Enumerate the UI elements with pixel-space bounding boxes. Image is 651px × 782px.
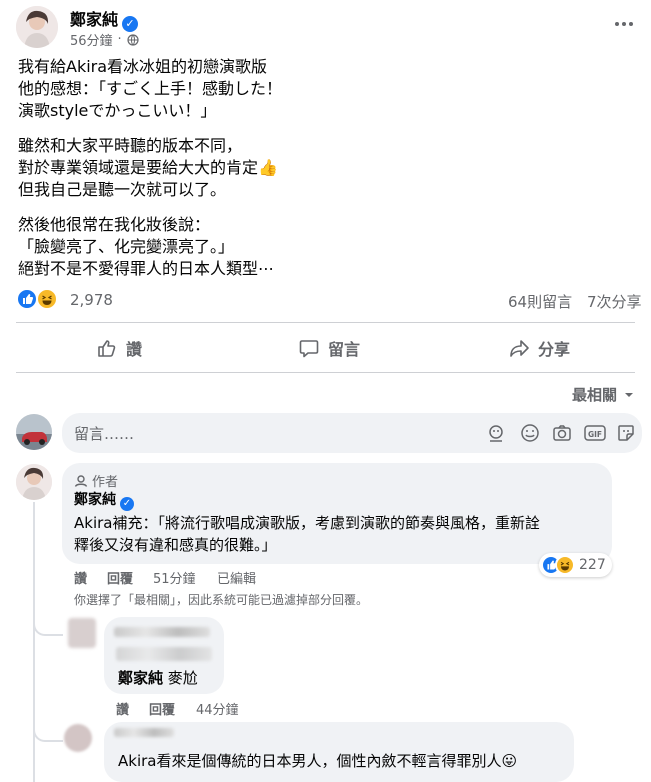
author-badge: 作者 [74,471,118,490]
share-button[interactable]: 分享 [508,336,570,360]
divider [16,372,635,373]
comment-author-name[interactable]: 鄭家純 [74,492,116,508]
comment-edited: 已編輯 [217,572,257,587]
post-author-name[interactable]: 鄭家純 [70,10,118,29]
post-line: 他的感想：「すごく上手！感動した！ [18,79,283,98]
filter-note: 你選擇了「最相關」，因此系統可能已過濾掉部分回覆。 [74,593,369,607]
share-count[interactable]: 7次分享 [587,291,642,312]
post-line: 我有給Akira看冰冰姐的初戀演歌版 [18,57,268,76]
reply-text: Akira看來是個傳統的日本男人，個性內斂不輕言得罪別人😛 [118,752,518,770]
reply-bubble: 鄭家純 麥尬 [104,617,224,694]
haha-icon [555,555,575,575]
comment-author[interactable]: 鄭家純 ✓ [74,489,134,511]
comment-input[interactable]: 留言…… GIF [62,413,642,453]
share-label: 分享 [538,340,571,359]
sticker-icon[interactable] [616,423,636,443]
current-user-avatar[interactable] [16,414,52,450]
replier-avatar[interactable] [64,724,92,752]
comment-count[interactable]: 64則留言 [508,291,572,312]
reaction-count[interactable]: 2,978 [70,291,113,309]
comment-like-button[interactable]: 讚 [74,568,87,587]
comment-reaction-count: 227 [579,557,606,573]
camera-icon[interactable] [552,423,572,443]
comment-text-line: Akira補充：「將流行歌唱成演歌版，考慮到演歌的節奏與風格，重新詮 [74,514,540,532]
reply-tag-author[interactable]: 鄭家純 [118,669,163,687]
reply-connector [33,610,63,636]
thread-line [33,502,35,782]
reaction-icons[interactable] [16,288,62,312]
comment-bubble: 作者 鄭家純 ✓ Akira補充：「將流行歌唱成演歌版，考慮到演歌的節奏與風格，重… [62,463,612,564]
sort-dropdown[interactable]: 最相關 [572,384,635,405]
reply-like-button[interactable]: 讚 [116,699,129,718]
comment-placeholder: 留言…… [74,425,135,443]
svg-text:GIF: GIF [588,430,602,439]
comment-time[interactable]: 51分鐘 [153,568,196,587]
post-meta: 56分鐘 · [70,30,139,49]
blurred-text [116,647,212,661]
post-author[interactable]: 鄭家純 ✓ [70,6,139,32]
share-arrow-icon [510,340,529,357]
post-line: 「臉變亮了、化完變漂亮了。」 [18,237,235,256]
comment-text: Akira補充：「將流行歌唱成演歌版，考慮到演歌的節奏與風格，重新詮 釋後又沒有… [74,512,540,556]
public-globe-icon [127,33,139,46]
author-badge-icon [74,474,88,487]
author-avatar[interactable] [16,6,58,48]
replier-avatar[interactable] [68,618,96,648]
reply-text: 鄭家純 麥尬 [118,667,198,688]
commenter-avatar[interactable] [16,464,52,500]
avatar-sticker-icon[interactable] [486,423,506,443]
post-line: 雖然和大家平時聽的版本不同， [18,136,243,155]
comment-reply-button[interactable]: 回覆 [107,568,133,587]
post-line: 對於專業領域還是要給大大的肯定👍 [18,158,278,177]
post-line: 演歌styleでかっこいい！」 [18,101,217,120]
post-body: 我有給Akira看冰冰姐的初戀演歌版 他的感想：「すごく上手！感動した！ 演歌s… [18,56,282,280]
post-time[interactable]: 56分鐘 [70,30,113,49]
comment-label: 留言 [328,340,361,359]
more-horizontal-icon[interactable] [612,14,636,34]
reply-connector [33,718,63,742]
post-line: 但我自己是聽一次就可以了。 [18,180,227,199]
blurred-name [114,627,210,637]
like-label: 讚 [126,340,143,359]
gif-icon[interactable]: GIF [584,423,606,443]
blurred-name [114,728,174,737]
comment-button[interactable]: 留言 [298,336,360,360]
comment-text-line: 釋後又沒有違和感真的很難。」 [74,536,277,554]
emoji-icon[interactable] [520,423,540,443]
chevron-down-icon [625,392,634,397]
haha-icon [36,288,58,310]
comment-reactions[interactable]: 227 [539,553,612,577]
reply-time[interactable]: 44分鐘 [196,699,239,718]
reply-text-body: 麥尬 [167,669,198,687]
reply-reply-button[interactable]: 回覆 [149,699,175,718]
thumbs-up-icon [98,340,116,357]
speech-bubble-icon [299,340,319,358]
post-line: 然後他很常在我化妝後說： [18,215,211,234]
author-badge-label: 作者 [92,475,119,490]
reply-bubble: Akira看來是個傳統的日本男人，個性內斂不輕言得罪別人😛 [104,722,574,782]
divider [16,322,635,323]
sort-label: 最相關 [572,386,618,404]
like-icon [16,288,38,310]
verified-badge-icon: ✓ [120,497,134,511]
like-button[interactable]: 讚 [96,336,142,360]
post-line: 絕對不是不愛得罪人的日本人類型⋯ [18,259,275,278]
